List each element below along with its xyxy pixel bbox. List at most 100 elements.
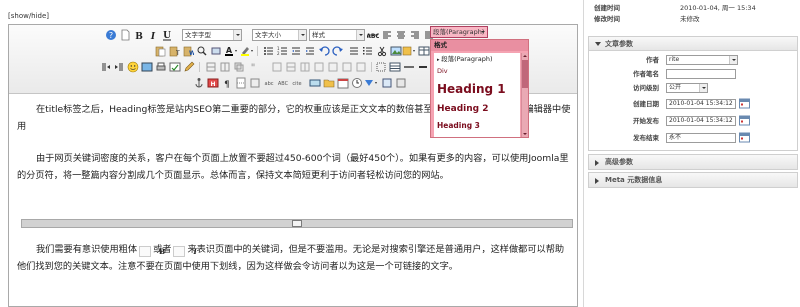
show-hide-toggle[interactable]: [show/hide] [8, 12, 49, 20]
fullscreen-icon[interactable] [381, 77, 393, 89]
scroll-down-icon[interactable] [522, 131, 528, 137]
col-before-icon[interactable] [313, 61, 325, 73]
italic-button[interactable]: I [147, 29, 159, 41]
blockquote-icon[interactable]: " [247, 61, 259, 73]
content-paragraph-2: 由于网页关键词密度的关系，客户在每个页面上放置不要超过450-600个词（最好4… [17, 153, 569, 181]
table-icon[interactable] [418, 45, 430, 57]
advanced-params-header[interactable]: 高级参数 [589, 155, 797, 169]
calendar-icon[interactable] [739, 132, 750, 143]
calendar-icon[interactable] [739, 98, 750, 109]
emoticon-icon[interactable] [127, 61, 139, 73]
acronym-icon[interactable]: ABC [277, 77, 289, 89]
panel-title: Meta 元数据信息 [605, 176, 663, 184]
cell-props-icon[interactable] [271, 61, 283, 73]
scroll-up-icon[interactable] [522, 53, 528, 59]
align-center-icon[interactable] [395, 29, 407, 41]
media-icon[interactable] [141, 61, 153, 73]
format-option-heading1[interactable]: Heading 1 [434, 80, 520, 98]
split-cells-icon[interactable] [299, 61, 311, 73]
anchor-icon[interactable] [193, 77, 205, 89]
row-after-icon[interactable] [355, 61, 367, 73]
font-size-select[interactable]: 文字大小 [252, 29, 307, 41]
list-icon[interactable] [348, 45, 360, 57]
paste-word-icon[interactable]: W [182, 45, 194, 57]
style-props-icon[interactable] [363, 77, 377, 89]
image-red-icon[interactable]: H [207, 77, 219, 89]
abbr-icon[interactable]: abc [263, 77, 275, 89]
numbered-list-icon[interactable]: 12 [276, 45, 288, 57]
folder-icon[interactable] [323, 77, 335, 89]
scroll-thumb[interactable] [522, 60, 528, 88]
insert-time-icon[interactable] [351, 77, 363, 89]
author-alias-input[interactable] [666, 69, 736, 79]
help-icon[interactable]: ? [105, 29, 117, 41]
image-icon[interactable] [390, 45, 402, 57]
merge-cells-icon[interactable] [285, 61, 297, 73]
undo-icon[interactable] [318, 45, 330, 57]
author-select[interactable]: rite [666, 55, 738, 65]
col-after-icon[interactable] [327, 61, 339, 73]
publish-up-input[interactable]: 2010-01-04 15:34:12 [666, 116, 736, 126]
format-select[interactable]: 段落(Paragraph) [430, 26, 488, 38]
format-option-heading3[interactable]: Heading 3 [434, 120, 520, 131]
indent-icon[interactable] [304, 45, 316, 57]
created-date-input[interactable]: 2010-01-04 15:34:12 [666, 99, 736, 109]
param-author-alias: 作者笔名 [589, 68, 797, 81]
insert-row-icon[interactable] [205, 61, 217, 73]
content-paragraph-3: 我们需要有意识使用粗体 B或者 I来表识页面中的关键词，但是不要滥用。无论是对搜索引… [17, 241, 573, 275]
spellcheck-icon[interactable] [169, 61, 181, 73]
paste-icon[interactable] [154, 45, 166, 57]
meta-info-header[interactable]: Meta 元数据信息 [589, 173, 797, 187]
horizontal-rule-icon[interactable] [403, 61, 415, 73]
page-break-marker[interactable] [21, 219, 573, 228]
remove-format-icon[interactable] [417, 61, 429, 73]
print-icon[interactable] [155, 61, 167, 73]
insert-media-icon[interactable] [402, 45, 415, 57]
preview-icon[interactable] [395, 77, 407, 89]
layer-icon[interactable] [233, 61, 245, 73]
template-icon[interactable] [249, 77, 261, 89]
strikethrough-icon[interactable]: ABC [367, 29, 379, 41]
visual-aid-icon[interactable] [375, 61, 387, 73]
ordered-list-icon[interactable] [362, 45, 374, 57]
format-option-div[interactable]: Div [434, 66, 520, 76]
font-family-select[interactable]: 文字字型 [182, 29, 242, 41]
svg-text:ABC: ABC [367, 33, 379, 40]
publish-down-input[interactable]: 永不 [666, 133, 736, 143]
new-document-icon[interactable] [119, 29, 131, 41]
insert-date-icon[interactable] [337, 77, 349, 89]
font-size-label: 文字大小 [255, 31, 281, 39]
bold-button[interactable]: B [133, 29, 145, 41]
pilcrow-icon[interactable]: ¶ [221, 77, 233, 89]
align-right-icon[interactable] [409, 29, 421, 41]
bg-color-icon[interactable] [240, 45, 253, 57]
row-before-icon[interactable] [341, 61, 353, 73]
access-level-select[interactable]: 公开 [666, 83, 708, 93]
cut-icon[interactable] [376, 45, 388, 57]
page-break-icon[interactable] [235, 77, 247, 89]
sidebar: 创建时间 2010-01-04, 周一 15:34 修改时间 未修改 文章参数 … [586, 0, 800, 307]
table-props-icon[interactable] [389, 61, 401, 73]
cite-icon[interactable]: cite [291, 77, 303, 89]
paste-text-icon[interactable]: T [168, 45, 180, 57]
outdent-icon[interactable] [290, 45, 302, 57]
redo-icon[interactable] [332, 45, 344, 57]
article-params-header[interactable]: 文章参数 [589, 37, 797, 51]
format-option-paragraph[interactable]: ▸ 段落(Paragraph) [434, 54, 520, 64]
underline-button[interactable]: U [161, 29, 173, 41]
format-option-heading2[interactable]: Heading 2 [434, 103, 520, 116]
search-icon[interactable] [196, 45, 208, 57]
bullet-list-icon[interactable] [262, 45, 274, 57]
align-left-icon[interactable] [381, 29, 393, 41]
ltr-icon[interactable] [100, 61, 112, 73]
replace-icon[interactable] [210, 45, 222, 57]
delete-row-icon[interactable] [219, 61, 231, 73]
format-dropdown-scrollbar[interactable] [521, 53, 528, 137]
article-params-panel: 文章参数 作者 rite 作者笔名 访问级别 公开 创建日期 2010-01-0… [588, 36, 798, 151]
rtl-icon[interactable] [113, 61, 125, 73]
attribs-icon[interactable] [309, 77, 321, 89]
calendar-icon[interactable] [739, 115, 750, 126]
styles-select[interactable]: 样式 [309, 29, 365, 41]
text-color-icon[interactable]: A [224, 45, 237, 57]
edit-icon[interactable] [183, 61, 195, 73]
